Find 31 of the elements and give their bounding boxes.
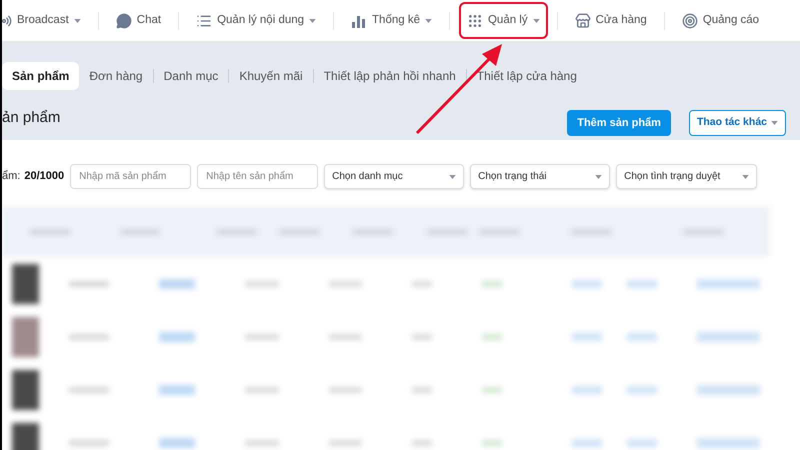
tab[interactable]: Thiết lập cửa hàng xyxy=(466,62,587,90)
more-actions-button[interactable]: Thao tác khác xyxy=(688,110,786,136)
dropdown-select[interactable]: Chọn tình trạng duyệt xyxy=(616,164,758,189)
page-title: ản phẩm xyxy=(2,108,60,128)
target-icon xyxy=(682,12,698,28)
caret-icon xyxy=(449,174,456,178)
caret-icon xyxy=(771,121,778,125)
caret-icon xyxy=(742,174,750,178)
grid-icon xyxy=(466,12,483,28)
nav-menu-item[interactable]: Quản lý xyxy=(458,2,548,40)
nav-menu-item[interactable]: Thống kê xyxy=(343,2,440,40)
tab[interactable]: Khuyến mãi xyxy=(229,62,313,90)
caret-icon xyxy=(595,174,602,178)
product-count-label: ẩm: xyxy=(2,169,20,184)
search-field[interactable]: Nhập mã sản phẩm xyxy=(70,164,192,189)
product-count: 20/1000 xyxy=(24,169,64,184)
list-icon xyxy=(196,12,212,28)
nav-menu-item[interactable]: Cửa hàng xyxy=(566,2,655,40)
chat-bubble-icon xyxy=(116,12,132,28)
nav-menu-item[interactable]: Broadcast xyxy=(2,2,89,40)
tab[interactable]: Sản phẩm xyxy=(2,62,80,90)
tab[interactable]: Danh mục xyxy=(154,62,228,90)
store-icon xyxy=(574,12,591,28)
search-field[interactable]: Nhập tên sản phẩm xyxy=(197,164,318,189)
dropdown-select[interactable]: Chọn trạng thái xyxy=(470,164,610,189)
nav-menu-item[interactable]: Quản lý nội dung xyxy=(188,2,324,40)
nav-menu-item[interactable]: Chat xyxy=(108,2,170,40)
dropdown-select[interactable]: Chọn danh mục xyxy=(324,164,464,189)
tab[interactable]: Thiết lập phản hồi nhanh xyxy=(314,62,466,90)
tab[interactable]: Đơn hàng xyxy=(79,62,153,90)
nav-menu-item[interactable]: Quảng cáo xyxy=(674,2,768,40)
